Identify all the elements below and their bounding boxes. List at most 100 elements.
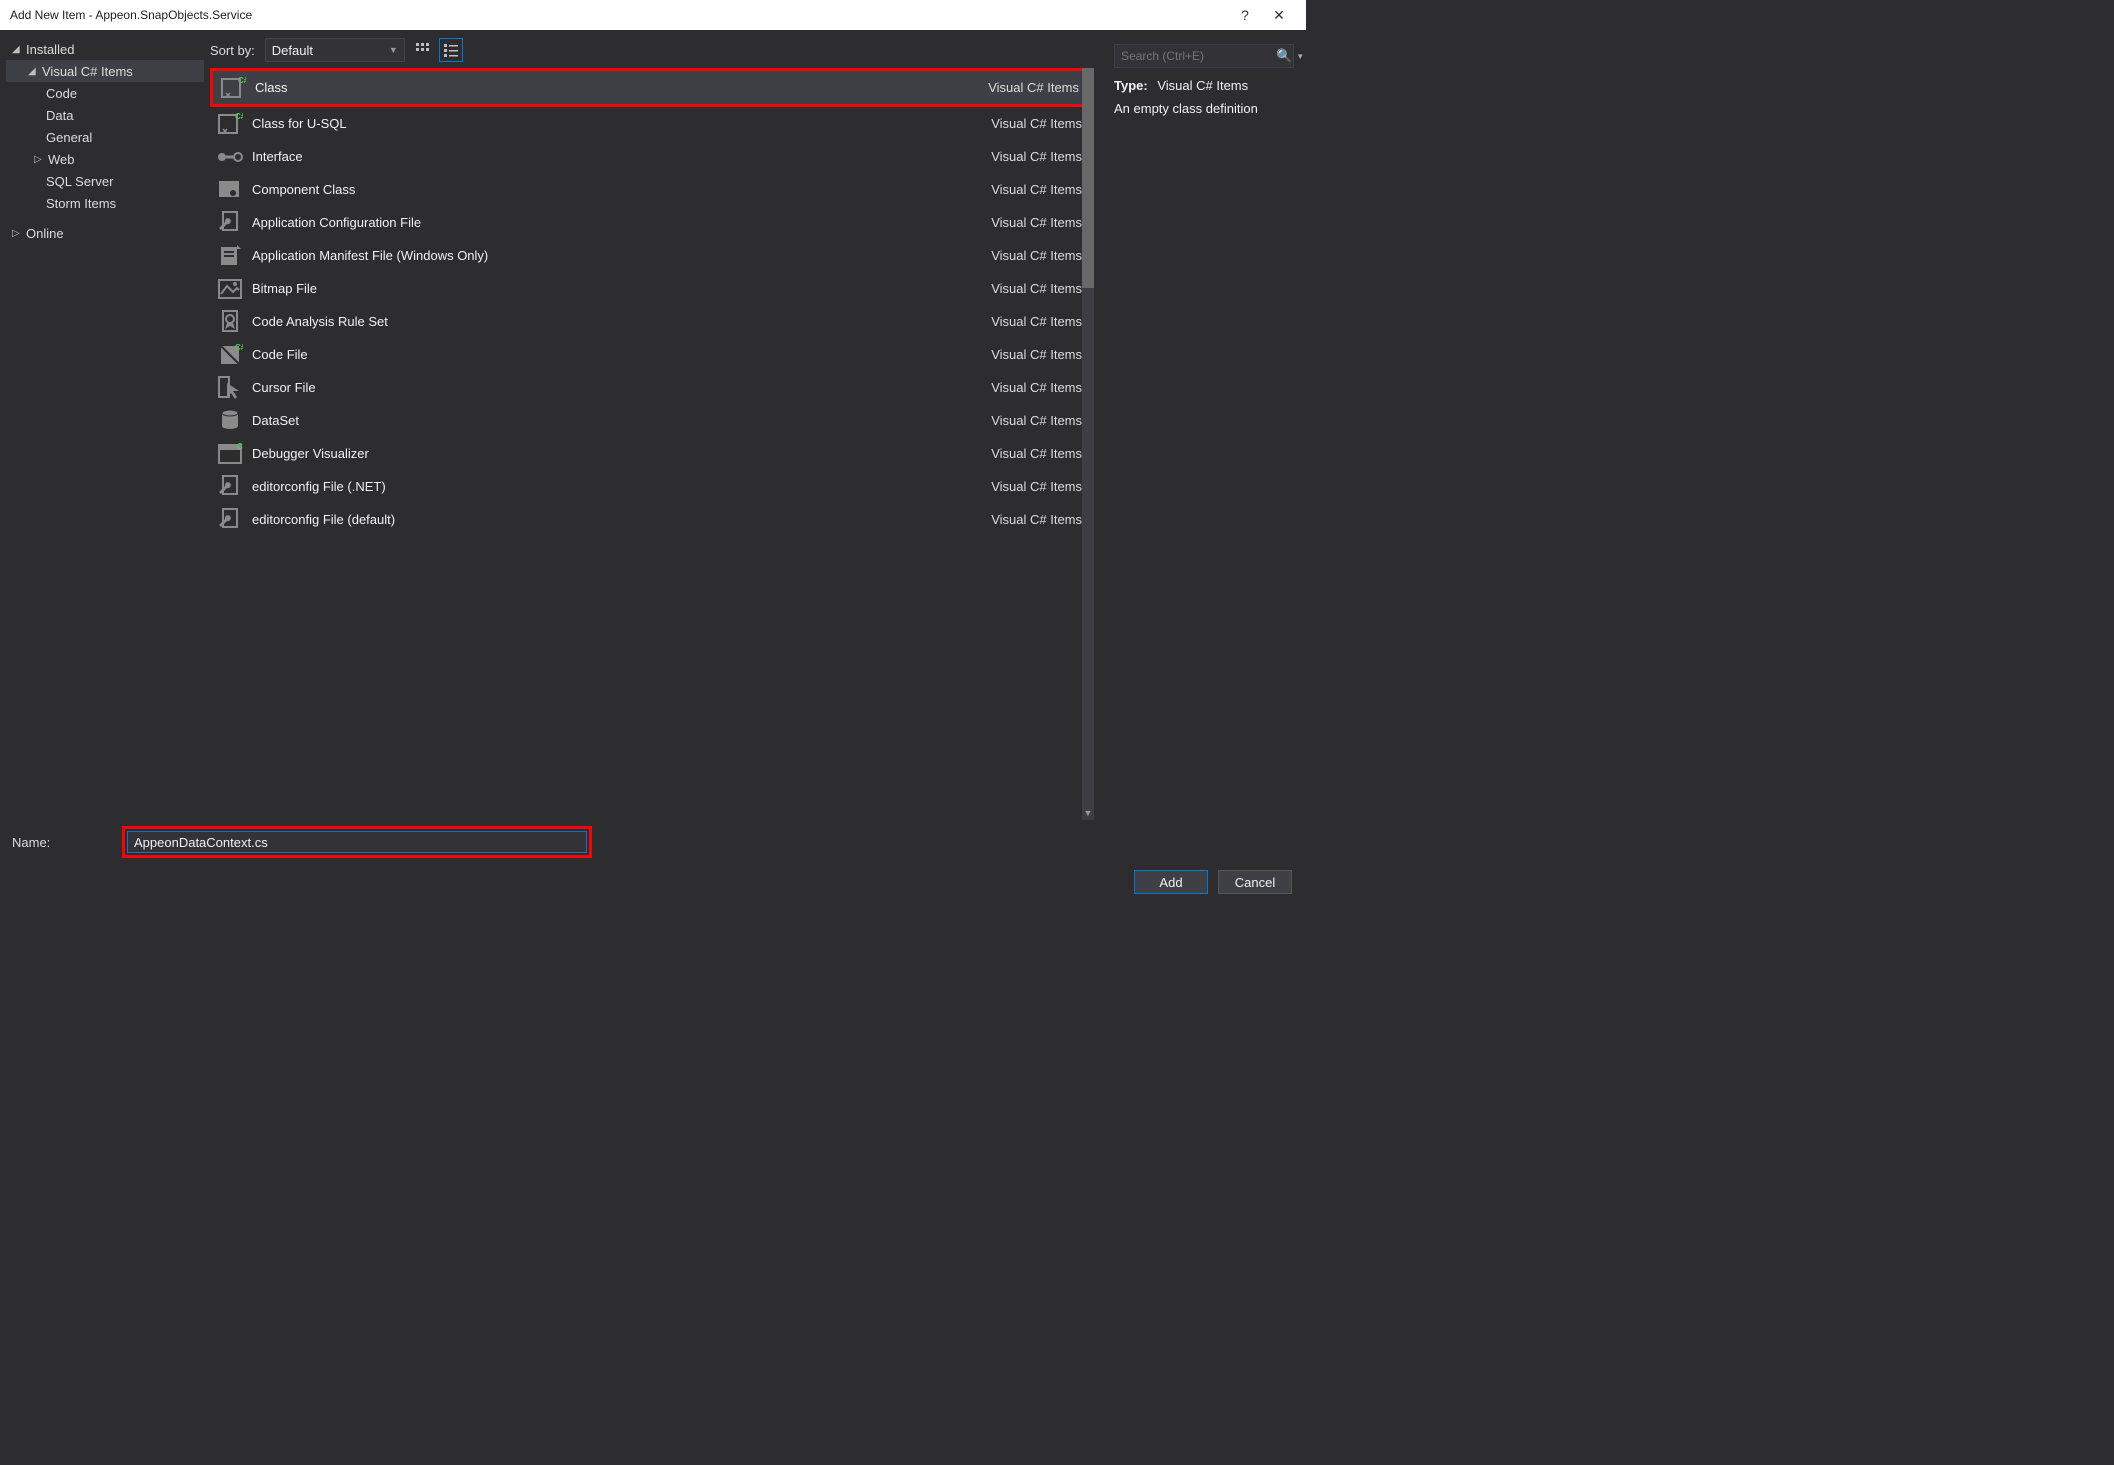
search-input[interactable] (1121, 49, 1276, 63)
template-interface[interactable]: Interface Visual C# Items (210, 140, 1094, 173)
svg-text:C#: C# (235, 343, 243, 352)
center-toolbar: Sort by: Default ▼ (210, 38, 1094, 68)
component-icon (214, 176, 246, 204)
center-panel: Sort by: Default ▼ C# (210, 30, 1102, 820)
template-editorconfig-net[interactable]: editorconfig File (.NET) Visual C# Items (210, 470, 1094, 503)
template-name: Application Manifest File (Windows Only) (246, 248, 991, 263)
add-button[interactable]: Add (1134, 870, 1208, 894)
scrollbar-thumb[interactable] (1082, 68, 1094, 288)
template-editorconfig-default[interactable]: editorconfig File (default) Visual C# It… (210, 503, 1094, 536)
template-bitmap[interactable]: Bitmap File Visual C# Items (210, 272, 1094, 305)
template-name: Code File (246, 347, 991, 362)
wrench-file-icon (214, 473, 246, 501)
template-category: Visual C# Items (991, 413, 1086, 428)
highlight-name-input (122, 826, 592, 858)
image-icon (214, 275, 246, 303)
chevron-down-icon: ▼ (1296, 52, 1304, 61)
help-button[interactable]: ? (1228, 0, 1262, 30)
template-cursor-file[interactable]: Cursor File Visual C# Items (210, 371, 1094, 404)
tree-label: Web (48, 152, 75, 167)
view-medium-icons-button[interactable] (411, 38, 435, 62)
template-list: C# Class Visual C# Items C# Class for U-… (210, 68, 1094, 536)
template-code-analysis[interactable]: Code Analysis Rule Set Visual C# Items (210, 305, 1094, 338)
template-name: Component Class (246, 182, 991, 197)
template-name: Application Configuration File (246, 215, 991, 230)
template-list-scroll: C# Class Visual C# Items C# Class for U-… (210, 68, 1094, 820)
class-icon: C# (217, 74, 249, 102)
details-description: An empty class definition (1114, 101, 1294, 116)
view-list-button[interactable] (439, 38, 463, 62)
sort-value: Default (272, 43, 313, 58)
template-name: Interface (246, 149, 991, 164)
bottom-panel: Name: Add Cancel (0, 820, 1306, 905)
wrench-file-icon (214, 506, 246, 534)
tree-label: Storm Items (46, 196, 116, 211)
template-class[interactable]: C# Class Visual C# Items (213, 71, 1091, 104)
tree-item-storm-items[interactable]: Storm Items (6, 192, 204, 214)
template-category: Visual C# Items (991, 380, 1086, 395)
tree-label: General (46, 130, 92, 145)
tree-label: Installed (26, 42, 74, 57)
view-toggle-group (411, 38, 463, 62)
template-name: Debugger Visualizer (246, 446, 991, 461)
template-dataset[interactable]: DataSet Visual C# Items (210, 404, 1094, 437)
template-debugger-visualizer[interactable]: C# Debugger Visualizer Visual C# Items (210, 437, 1094, 470)
tree-item-data[interactable]: Data (6, 104, 204, 126)
tree-item-sql-server[interactable]: SQL Server (6, 170, 204, 192)
list-scrollbar[interactable]: ▼ (1082, 68, 1094, 820)
details-panel: 🔍 ▼ Type: Visual C# Items An empty class… (1102, 30, 1306, 820)
manifest-icon (214, 242, 246, 270)
tree-item-web[interactable]: ▷ Web (6, 148, 204, 170)
cancel-button[interactable]: Cancel (1218, 870, 1292, 894)
expander-icon: ◢ (28, 66, 42, 77)
type-label: Type: (1114, 78, 1148, 93)
main-area: ◢ Installed ◢ Visual C# Items Code Data … (0, 30, 1306, 820)
template-code-file[interactable]: C# Code File Visual C# Items (210, 338, 1094, 371)
template-component-class[interactable]: Component Class Visual C# Items (210, 173, 1094, 206)
svg-text:C#: C# (238, 76, 246, 85)
type-value: Visual C# Items (1157, 78, 1248, 93)
tree-installed[interactable]: ◢ Installed (6, 38, 204, 60)
tree-label: Data (46, 108, 73, 123)
name-row: Name: (0, 820, 1306, 864)
svg-text:C#: C# (237, 443, 243, 451)
tree-online[interactable]: ▷ Online (6, 222, 204, 244)
template-name: Class for U-SQL (246, 116, 991, 131)
template-category: Visual C# Items (991, 248, 1086, 263)
template-category: Visual C# Items (991, 446, 1086, 461)
tree-item-code[interactable]: Code (6, 82, 204, 104)
template-name: editorconfig File (.NET) (246, 479, 991, 494)
sort-by-dropdown[interactable]: Default ▼ (265, 38, 405, 62)
tree-label: Code (46, 86, 77, 101)
template-category: Visual C# Items (991, 512, 1086, 527)
template-category: Visual C# Items (991, 182, 1086, 197)
close-button[interactable]: ✕ (1262, 0, 1296, 30)
template-name: Bitmap File (246, 281, 991, 296)
tree-item-general[interactable]: General (6, 126, 204, 148)
tree-label: Online (26, 226, 64, 241)
search-icon: 🔍 (1276, 48, 1292, 64)
window-icon: C# (214, 440, 246, 468)
sort-by-label: Sort by: (210, 43, 255, 58)
name-input[interactable] (127, 831, 587, 853)
window-title: Add New Item - Appeon.SnapObjects.Servic… (10, 8, 1228, 22)
code-file-icon: C# (214, 341, 246, 369)
search-box[interactable]: 🔍 ▼ (1114, 44, 1294, 68)
template-app-config[interactable]: Application Configuration File Visual C#… (210, 206, 1094, 239)
name-label: Name: (12, 835, 112, 850)
template-name: editorconfig File (default) (246, 512, 991, 527)
ribbon-icon (214, 308, 246, 336)
template-app-manifest[interactable]: Application Manifest File (Windows Only)… (210, 239, 1094, 272)
template-category: Visual C# Items (991, 281, 1086, 296)
template-category: Visual C# Items (991, 215, 1086, 230)
expander-icon: ◢ (12, 44, 26, 55)
expander-icon: ▷ (34, 154, 48, 165)
template-name: Code Analysis Rule Set (246, 314, 991, 329)
tree-visual-cs-items[interactable]: ◢ Visual C# Items (6, 60, 204, 82)
template-name: Class (249, 80, 988, 95)
template-class-usql[interactable]: C# Class for U-SQL Visual C# Items (210, 107, 1094, 140)
template-name: Cursor File (246, 380, 991, 395)
tree-label: Visual C# Items (42, 64, 133, 79)
button-row: Add Cancel (0, 864, 1306, 906)
scroll-down-icon[interactable]: ▼ (1082, 806, 1094, 820)
